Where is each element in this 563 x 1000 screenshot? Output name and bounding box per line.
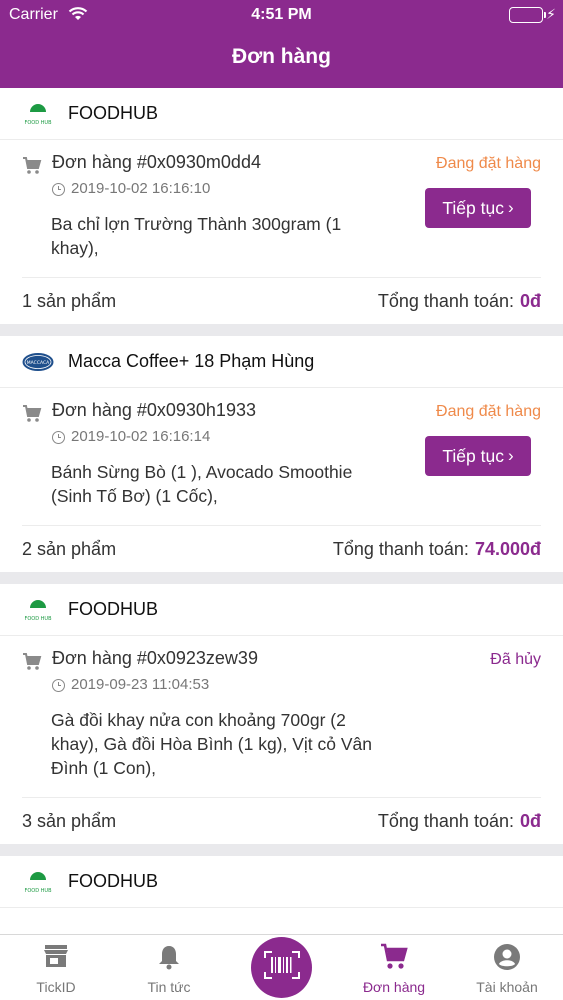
charging-icon: ⚡ — [546, 6, 556, 22]
total-label: Tổng thanh toán: — [332, 538, 469, 559]
total-value: 0đ — [519, 810, 541, 831]
scan-barcode-button[interactable] — [251, 937, 312, 998]
foodhub-logo: FOOD HUB — [22, 868, 54, 896]
macca-logo: MACCACA — [22, 348, 54, 376]
order-card: MACCACA Macca Coffee+ 18 Phạm Hùng Đơn h… — [0, 336, 563, 572]
item-count: 2 sản phẩm — [22, 538, 117, 559]
tab-label: Đơn hàng — [362, 979, 426, 995]
cart-icon — [22, 653, 42, 671]
foodhub-logo: FOOD HUB — [22, 100, 54, 128]
order-status: Đang đặt hàng — [436, 155, 541, 172]
order-id: Đơn hàng #0x0930h1933 — [52, 400, 256, 420]
shop-header[interactable]: FOOD HUB FOODHUB — [0, 856, 563, 908]
order-id: Đơn hàng #0x0923zew39 — [52, 648, 258, 668]
status-bar: Carrier 4:51 PM ⚡ — [0, 0, 563, 30]
account-icon — [451, 943, 563, 973]
clock-icon — [52, 431, 65, 444]
order-status: Đang đặt hàng — [436, 403, 541, 420]
foodhub-logo: FOOD HUB — [22, 596, 54, 624]
clock-icon — [52, 679, 65, 692]
order-row[interactable]: Đơn hàng #0x0930m0dd4 Đang đặt hàng 2019… — [0, 140, 563, 278]
order-card: FOOD HUB FOODHUB Đơn hàng #0x0923zew39 Đ… — [0, 584, 563, 844]
order-card: FOOD HUB FOODHUB — [0, 856, 563, 934]
tab-tickid[interactable]: TickID — [0, 935, 112, 1000]
nav-bar: Đơn hàng — [0, 30, 563, 88]
order-id: Đơn hàng #0x0930m0dd4 — [52, 152, 261, 172]
chevron-right-icon: › — [507, 446, 514, 465]
svg-text:FOOD HUB: FOOD HUB — [24, 888, 52, 894]
order-status: Đã hủy — [490, 651, 541, 668]
shop-header[interactable]: FOOD HUB FOODHUB — [0, 584, 563, 636]
order-items: Gà đồi khay nửa con khoảng 700gr (2 khay… — [51, 710, 372, 778]
shop-name: FOODHUB — [68, 871, 158, 891]
cart-icon — [22, 157, 42, 175]
page-title: Đơn hàng — [232, 45, 331, 68]
shop-name: Macca Coffee+ 18 Phạm Hùng — [68, 351, 315, 371]
cart-icon — [22, 405, 42, 423]
total-label: Tổng thanh toán: — [377, 290, 514, 311]
total-label: Tổng thanh toán: — [377, 810, 514, 831]
item-count: 1 sản phẩm — [22, 290, 117, 311]
bell-icon — [113, 943, 225, 973]
order-items: Bánh Sừng Bò (1 ), Avocado Smoothie (Sin… — [51, 462, 353, 506]
clock-icon — [52, 183, 65, 196]
order-card: FOOD HUB FOODHUB Đơn hàng #0x0930m0dd4 Đ… — [0, 88, 563, 324]
tab-orders[interactable]: Đơn hàng — [338, 935, 450, 1000]
item-count: 3 sản phẩm — [22, 810, 117, 831]
continue-label: Tiếp tục — [442, 445, 504, 466]
order-items: Ba chỉ lợn Trường Thành 300gram (1 khay)… — [51, 214, 342, 258]
tab-label: TickID — [36, 979, 76, 995]
continue-button[interactable]: Tiếp tục › — [425, 188, 531, 228]
shop-name: FOODHUB — [68, 103, 158, 123]
barcode-icon — [263, 951, 300, 984]
total-value: 74.000đ — [474, 538, 541, 559]
tab-news[interactable]: Tin tức — [113, 935, 225, 1000]
svg-text:FOOD HUB: FOOD HUB — [24, 120, 52, 126]
svg-text:FOOD HUB: FOOD HUB — [24, 616, 52, 622]
tab-label: Tài khoản — [476, 979, 538, 995]
order-time: 2019-10-02 16:16:10 — [71, 180, 211, 197]
order-time: 2019-10-02 16:16:14 — [71, 428, 211, 445]
shop-header[interactable]: FOOD HUB FOODHUB — [0, 88, 563, 140]
order-row[interactable]: Đơn hàng #0x0930h1933 Đang đặt hàng 2019… — [0, 388, 563, 526]
order-row[interactable]: Đơn hàng #0x0923zew39 Đã hủy 2019-09-23 … — [0, 636, 563, 798]
order-summary: 1 sản phẩm Tổng thanh toán: 0đ — [0, 278, 563, 324]
continue-label: Tiếp tục — [442, 197, 504, 218]
battery-icon — [509, 7, 543, 23]
store-icon — [0, 943, 112, 973]
total-value: 0đ — [519, 290, 541, 311]
tab-account[interactable]: Tài khoản — [451, 935, 563, 1000]
svg-text:MACCACA: MACCACA — [27, 360, 50, 366]
clock-time: 4:51 PM — [251, 6, 312, 23]
order-summary: 3 sản phẩm Tổng thanh toán: 0đ — [0, 798, 563, 844]
continue-button[interactable]: Tiếp tục › — [425, 436, 531, 476]
shop-name: FOODHUB — [68, 599, 158, 619]
shop-header[interactable]: MACCACA Macca Coffee+ 18 Phạm Hùng — [0, 336, 563, 388]
orders-list[interactable]: FOOD HUB FOODHUB Đơn hàng #0x0930m0dd4 Đ… — [0, 88, 563, 934]
order-time: 2019-09-23 11:04:53 — [71, 676, 210, 693]
order-summary: 2 sản phẩm Tổng thanh toán: 74.000đ — [0, 526, 563, 572]
cart-icon — [338, 943, 450, 973]
chevron-right-icon: › — [507, 198, 514, 217]
tab-label: Tin tức — [147, 979, 191, 995]
